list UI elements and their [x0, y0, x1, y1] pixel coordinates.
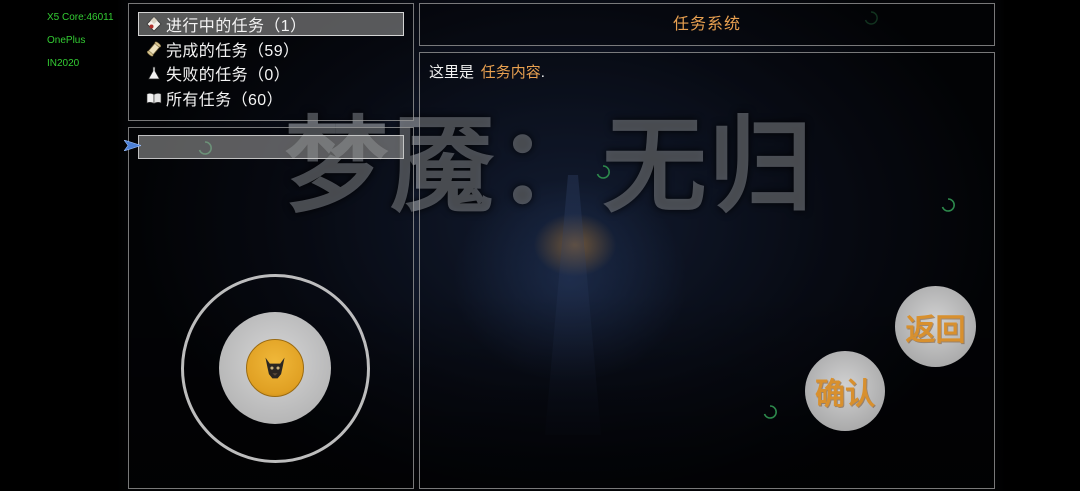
category-label: 完成的任务（59）	[166, 43, 300, 60]
arrow-cursor-icon	[124, 140, 141, 151]
category-in-progress[interactable]: 进行中的任务（1）	[138, 12, 404, 36]
task-system-header: 任务系统	[419, 3, 995, 46]
category-label: 所有任务（60）	[166, 92, 283, 109]
task-tag-icon	[146, 16, 162, 32]
category-label: 失败的任务（0）	[166, 67, 291, 84]
task-content-highlight: 任务内容	[480, 64, 541, 81]
joystick-knob[interactable]	[246, 339, 304, 397]
task-category-panel: 进行中的任务（1） 完成的任务（59） 失败的任务（0） 所有任务（60）	[128, 3, 414, 121]
scroll-icon	[146, 41, 162, 57]
category-label: 进行中的任务（1）	[166, 18, 307, 35]
category-failed[interactable]: 失败的任务（0）	[138, 61, 404, 85]
debug-device-model: IN2020	[47, 58, 80, 69]
task-list-entry[interactable]	[138, 135, 404, 159]
task-content-suffix: .	[540, 64, 545, 81]
page-title: 任务系统	[672, 16, 741, 33]
category-completed[interactable]: 完成的任务（59）	[138, 37, 404, 61]
flask-icon	[146, 65, 162, 81]
book-icon	[146, 90, 162, 106]
category-all[interactable]: 所有任务（60）	[138, 86, 404, 110]
confirm-button-label: 确认	[815, 378, 875, 411]
task-content-text: 这里是 任务内容.	[429, 62, 545, 84]
debug-core-version: X5 Core:46011	[47, 12, 114, 23]
back-button-label: 返回	[905, 313, 966, 347]
task-content-panel: 这里是 任务内容.	[419, 52, 995, 489]
confirm-button[interactable]: 确认	[805, 351, 885, 431]
task-content-prefix: 这里是	[429, 64, 475, 81]
demon-mask-icon	[265, 357, 285, 379]
back-button[interactable]: 返回	[895, 286, 976, 367]
debug-device-brand: OnePlus	[47, 35, 86, 46]
